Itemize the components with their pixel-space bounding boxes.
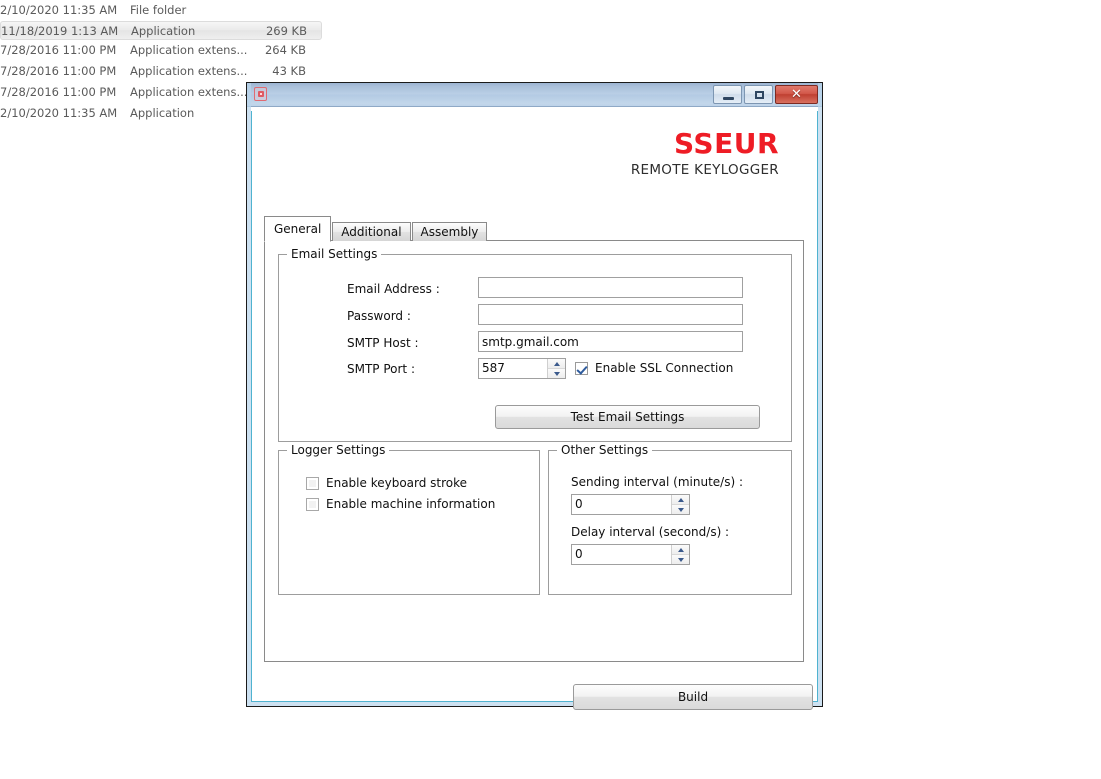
spin-down-icon[interactable] (672, 505, 689, 514)
window-titlebar[interactable]: ✕ (247, 83, 822, 107)
spin-up-icon[interactable] (672, 495, 689, 505)
enable-machine-information-label: Enable machine information (326, 497, 495, 511)
email-address-input[interactable] (478, 277, 743, 298)
file-type: File folder (124, 0, 244, 21)
list-item[interactable]: 7/28/2016 11:00 PMApplication extens...2… (0, 40, 340, 61)
password-input[interactable] (478, 304, 743, 325)
file-type: Application (125, 22, 245, 41)
label-delay-interval: Delay interval (second/s) : (571, 525, 729, 539)
logo-subtitle: REMOTE KEYLOGGER (631, 162, 779, 178)
close-icon: ✕ (776, 86, 817, 103)
enable-machine-information-checkbox[interactable] (306, 498, 319, 511)
smtp-host-input[interactable] (478, 331, 743, 352)
delay-interval-value: 0 (572, 545, 671, 564)
smtp-port-stepper[interactable]: 587 (478, 358, 566, 379)
enable-keyboard-stroke-checkbox[interactable] (306, 477, 319, 490)
tab-additional[interactable]: Additional (332, 222, 410, 241)
window-client-area: SSEUR REMOTE KEYLOGGER General Additiona… (252, 108, 817, 701)
build-button[interactable]: Build (573, 684, 813, 710)
enable-ssl-checkbox-row[interactable]: Enable SSL Connection (575, 361, 733, 375)
file-size: 269 KB (245, 22, 313, 41)
enable-ssl-checkbox[interactable] (575, 362, 588, 375)
enable-ssl-label: Enable SSL Connection (595, 361, 733, 375)
file-date: 7/28/2016 11:00 PM (0, 40, 124, 61)
spin-down-icon[interactable] (672, 555, 689, 564)
list-item[interactable]: 11/18/2019 1:13 AMApplication269 KB (0, 21, 322, 40)
file-type: Application extens... (124, 82, 244, 103)
minimize-button[interactable] (713, 85, 742, 104)
group-email-settings-title: Email Settings (287, 247, 381, 261)
tab-assembly[interactable]: Assembly (412, 222, 488, 241)
group-email-settings: Email Settings Email Address : Password … (278, 254, 792, 442)
label-sending-interval: Sending interval (minute/s) : (571, 475, 743, 489)
label-email-address: Email Address : (347, 282, 440, 296)
sending-interval-spin-buttons (671, 495, 689, 514)
minimize-icon (723, 97, 734, 100)
group-other-settings: Other Settings Sending interval (minute/… (548, 450, 792, 595)
delay-interval-stepper[interactable]: 0 (571, 544, 690, 565)
list-item[interactable]: 7/28/2016 11:00 PMApplication extens...4… (0, 61, 340, 82)
file-size: 264 KB (244, 40, 312, 61)
sending-interval-value: 0 (572, 495, 671, 514)
file-type: Application extens... (124, 40, 244, 61)
logo-title: SSEUR (631, 130, 779, 158)
app-target-icon (253, 87, 269, 103)
group-logger-settings-title: Logger Settings (287, 443, 389, 457)
file-date: 7/28/2016 11:00 PM (0, 61, 124, 82)
file-date: 2/10/2020 11:35 AM (0, 0, 124, 21)
maximize-icon (755, 91, 764, 99)
enable-keyboard-stroke-label: Enable keyboard stroke (326, 476, 467, 490)
spin-up-icon[interactable] (548, 359, 565, 369)
file-type: Application extens... (124, 61, 244, 82)
group-other-settings-title: Other Settings (557, 443, 652, 457)
list-item[interactable]: 2/10/2020 11:35 AMFile folder (0, 0, 340, 21)
tab-general[interactable]: General (264, 216, 331, 242)
application-window: ✕ SSEUR REMOTE KEYLOGGER General Additio… (246, 82, 823, 707)
file-date: 2/10/2020 11:35 AM (0, 103, 124, 124)
window-controls: ✕ (713, 85, 818, 104)
file-size: 43 KB (244, 61, 312, 82)
enable-machine-information-row[interactable]: Enable machine information (306, 497, 495, 511)
delay-interval-spin-buttons (671, 545, 689, 564)
maximize-button[interactable] (744, 85, 773, 104)
test-email-settings-button[interactable]: Test Email Settings (495, 405, 760, 429)
sending-interval-stepper[interactable]: 0 (571, 494, 690, 515)
label-password: Password : (347, 309, 411, 323)
label-smtp-port: SMTP Port : (347, 362, 415, 376)
spin-up-icon[interactable] (672, 545, 689, 555)
spin-down-icon[interactable] (548, 369, 565, 378)
file-type: Application (124, 103, 244, 124)
label-smtp-host: SMTP Host : (347, 336, 419, 350)
brand-logo: SSEUR REMOTE KEYLOGGER (631, 130, 779, 178)
file-date: 11/18/2019 1:13 AM (1, 22, 125, 41)
tabstrip: General Additional Assembly (264, 216, 488, 241)
group-logger-settings: Logger Settings Enable keyboard stroke E… (278, 450, 540, 595)
smtp-port-spin-buttons (547, 359, 565, 378)
close-button[interactable]: ✕ (775, 85, 818, 104)
enable-keyboard-stroke-row[interactable]: Enable keyboard stroke (306, 476, 467, 490)
file-date: 7/28/2016 11:00 PM (0, 82, 124, 103)
smtp-port-value: 587 (479, 359, 547, 378)
tab-panel-general: Email Settings Email Address : Password … (264, 240, 804, 662)
